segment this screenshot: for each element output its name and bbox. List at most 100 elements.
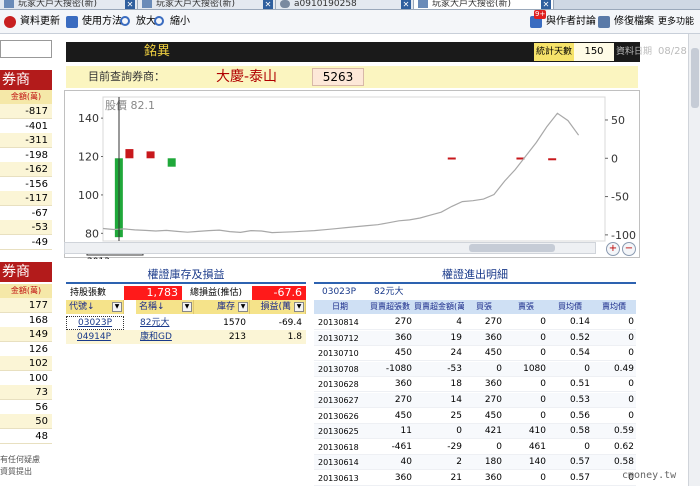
broker-code[interactable]: 5263 — [312, 68, 364, 86]
table-row[interactable]: 03023P 82元大 1570 -69.4 — [66, 316, 306, 330]
broker-search-input[interactable] — [0, 40, 52, 58]
chart-zoom-in-button[interactable]: + — [606, 242, 620, 256]
list-item[interactable]: 48 — [0, 429, 52, 444]
volume-bar — [146, 151, 155, 159]
scrollbar-thumb[interactable] — [469, 244, 555, 252]
list-item[interactable]: 177 — [0, 298, 52, 313]
right-axis-tick-label: -50 — [611, 191, 629, 204]
table-row[interactable]: 20130626 450 25 450 0 0.56 0 — [314, 409, 636, 424]
app-window: 玩家大戶大搜密(新) ✕ 玩家大戶大搜密(新) ✕ a0910190258 ✕ … — [0, 0, 700, 486]
author-discuss-label: 與作者討論 — [546, 16, 596, 27]
footer-line-1: 有任何疑慮 — [0, 455, 40, 464]
dropdown-icon[interactable]: ▼ — [112, 302, 122, 312]
table-cell: 450 — [484, 348, 502, 359]
table-row[interactable]: 20130618 -461 -29 0 461 0 0.62 — [314, 440, 636, 455]
more-functions-button[interactable]: 更多功能 — [658, 14, 694, 30]
table-row[interactable]: 20130628 360 18 360 0 0.51 0 — [314, 377, 636, 393]
warrant-name[interactable]: 康和GD — [140, 330, 196, 344]
repair-file-button[interactable]: 修復檔案 — [598, 14, 654, 30]
list-item[interactable]: -817 — [0, 104, 52, 119]
zoom-out-button[interactable]: 縮小 — [154, 14, 190, 30]
list-item[interactable]: -67 — [0, 206, 52, 221]
stat-days-input[interactable]: 150 — [574, 43, 614, 61]
list-item[interactable]: 56 — [0, 400, 52, 415]
page-icon — [418, 0, 428, 8]
column-code[interactable]: 代號↓ ▼ — [66, 300, 124, 314]
chart-horizontal-scrollbar[interactable] — [64, 242, 596, 254]
tab-3[interactable]: a0910190258 ✕ — [276, 0, 414, 9]
table-cell: 360 — [394, 332, 412, 343]
list-item[interactable]: 126 — [0, 342, 52, 357]
table-row[interactable]: 20130614 40 2 180 140 0.57 0.58 — [314, 455, 636, 471]
close-icon[interactable]: ✕ — [125, 0, 135, 9]
magnifier-minus-icon — [154, 16, 164, 26]
dropdown-icon[interactable]: ▼ — [294, 302, 304, 312]
list-item[interactable]: -311 — [0, 133, 52, 148]
close-icon[interactable]: ✕ — [401, 0, 411, 9]
table-cell: 0.54 — [569, 348, 590, 359]
table-cell: 0 — [540, 395, 546, 405]
zoom-in-button[interactable]: 放大 — [120, 14, 156, 30]
list-item[interactable]: -117 — [0, 191, 52, 206]
volume-bar — [167, 158, 176, 167]
table-row[interactable]: 20130613 360 21 360 0 0.57 0 — [314, 471, 636, 486]
table-cell: 360 — [394, 379, 412, 390]
table-cell: 0.58 — [569, 426, 590, 437]
table-cell: 0.58 — [613, 457, 634, 468]
tab-4[interactable]: 玩家大戶大搜密(新) ✕ — [414, 0, 554, 9]
table-cell: 20130618 — [318, 442, 359, 452]
table-cell: 0 — [456, 426, 462, 437]
dropdown-icon[interactable]: ▼ — [238, 302, 248, 312]
list-item[interactable]: 149 — [0, 327, 52, 342]
close-icon[interactable]: ✕ — [541, 0, 551, 9]
table-row[interactable]: 20130627 270 14 270 0 0.53 0 — [314, 393, 636, 408]
list-item[interactable]: -401 — [0, 119, 52, 134]
price-line — [102, 112, 580, 234]
close-icon[interactable]: ✕ — [263, 0, 273, 9]
help-button[interactable]: 使用方法 — [66, 14, 122, 30]
list-item[interactable]: -53 — [0, 220, 52, 235]
table-row[interactable]: 20130708 -1080 -53 0 1080 0 0.49 — [314, 361, 636, 377]
warrant-name[interactable]: 82元大 — [140, 316, 196, 330]
list-item[interactable]: -198 — [0, 148, 52, 163]
author-discuss-button[interactable]: 9+ 與作者討論 — [530, 10, 596, 30]
table-cell: 0 — [540, 379, 546, 390]
chart-zoom-out-button[interactable]: − — [622, 242, 636, 256]
table-row[interactable]: 20130625 11 0 421 410 0.58 0.59 — [314, 424, 636, 440]
list-item[interactable]: 168 — [0, 313, 52, 328]
table-row[interactable]: 04914P 康和GD 213 1.8 — [66, 330, 306, 344]
right-axis-tick-label: 50 — [611, 114, 625, 127]
dropdown-icon[interactable]: ▼ — [182, 302, 192, 312]
table-cell: 0 — [628, 410, 634, 421]
list-item[interactable]: 100 — [0, 371, 52, 386]
list-item[interactable]: 102 — [0, 356, 52, 371]
column-name[interactable]: 名稱↓ ▼ — [136, 300, 194, 314]
table-row[interactable]: 20130710 450 24 450 0 0.54 0 — [314, 346, 636, 362]
scrollbar-thumb[interactable] — [691, 48, 699, 108]
column-pnl[interactable]: 損益(萬 ▼ — [250, 300, 306, 314]
table-row[interactable]: 20130814 270 4 270 0 0.14 0 — [314, 315, 636, 330]
list-item[interactable]: -162 — [0, 162, 52, 177]
list-item[interactable]: -156 — [0, 177, 52, 192]
warrant-code[interactable]: 03023P — [66, 316, 124, 330]
table-row[interactable]: 20130712 360 19 360 0 0.52 0 — [314, 330, 636, 346]
warrant-code[interactable]: 04914P — [66, 330, 124, 344]
sort-arrow-icon: ↓ — [157, 302, 165, 312]
column-sell-avg: 賣均價 — [602, 302, 626, 311]
list-item[interactable]: -49 — [0, 235, 52, 250]
tab-1[interactable]: 玩家大戶大搜密(新) ✕ — [0, 0, 138, 9]
table-cell: -461 — [391, 441, 412, 452]
list-item[interactable]: 73 — [0, 385, 52, 400]
page-vertical-scrollbar[interactable] — [688, 34, 700, 486]
refresh-button[interactable]: 資料更新 — [4, 14, 60, 30]
table-cell: 20130614 — [318, 458, 359, 468]
table-cell: 19 — [450, 332, 462, 343]
tab-2[interactable]: 玩家大戶大搜密(新) ✕ — [138, 0, 276, 9]
table-cell: 0 — [628, 348, 634, 359]
column-stock[interactable]: 庫存 ▼ — [194, 300, 250, 314]
more-functions-label: 更多功能 — [658, 17, 695, 27]
list-item[interactable]: 50 — [0, 414, 52, 429]
table-cell: 24 — [450, 348, 462, 359]
selected-warrant-name: 82元大 — [374, 287, 404, 297]
table-cell: 11 — [400, 426, 412, 437]
